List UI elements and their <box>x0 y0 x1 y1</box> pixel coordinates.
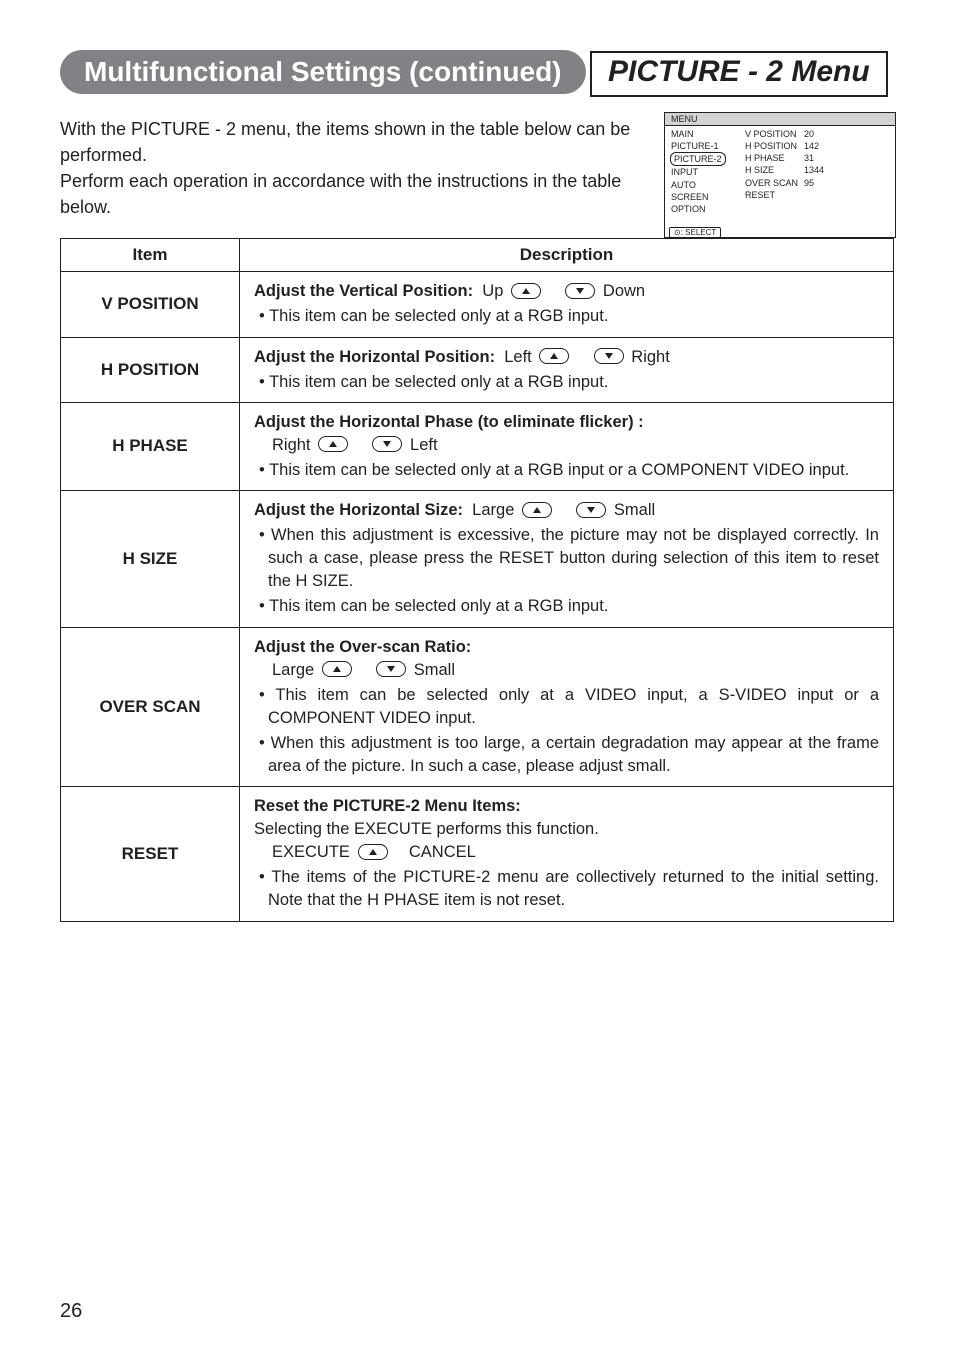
table-row-desc: Adjust the Horizontal Position: Left Rig… <box>240 337 894 402</box>
osd-menu-values: V POSITION20H POSITION142H PHASE31H SIZE… <box>745 128 830 215</box>
table-row-desc: Adjust the Horizontal Size: Large Small•… <box>240 491 894 627</box>
intro-text: With the PICTURE - 2 menu, the items sho… <box>60 116 634 220</box>
osd-menu-footer: ⊙: SELECT <box>669 227 721 238</box>
down-arrow-icon <box>372 436 402 452</box>
osd-menu-preview: MENU MAINPICTURE-1PICTURE-2INPUTAUTOSCRE… <box>664 112 896 238</box>
osd-param-value: 31 <box>804 152 830 164</box>
table-row-item: H POSITION <box>61 337 240 402</box>
osd-tab: SCREEN <box>669 191 739 203</box>
osd-menu-title: MENU <box>665 113 895 126</box>
up-arrow-icon <box>358 844 388 860</box>
osd-param-label: RESET <box>745 189 804 201</box>
osd-param-label: OVER SCAN <box>745 177 804 189</box>
up-arrow-icon <box>539 348 569 364</box>
intro-line-1: With the PICTURE - 2 menu, the items sho… <box>60 119 630 165</box>
down-arrow-icon <box>594 348 624 364</box>
section-title: PICTURE - 2 Menu <box>608 55 870 88</box>
up-arrow-icon <box>522 502 552 518</box>
table-row-desc: Adjust the Horizontal Phase (to eliminat… <box>240 402 894 490</box>
osd-param-label: H PHASE <box>745 152 804 164</box>
osd-param-value: 142 <box>804 140 830 152</box>
intro-line-2: Perform each operation in accordance wit… <box>60 171 621 217</box>
up-arrow-icon <box>511 283 541 299</box>
osd-param-value: 95 <box>804 177 830 189</box>
settings-table: Item Description V POSITIONAdjust the Ve… <box>60 238 894 921</box>
table-row-item: H SIZE <box>61 491 240 627</box>
osd-tab: OPTION <box>669 203 739 215</box>
up-arrow-icon <box>318 436 348 452</box>
table-row-item: RESET <box>61 787 240 921</box>
osd-menu-tabs: MAINPICTURE-1PICTURE-2INPUTAUTOSCREENOPT… <box>669 128 739 215</box>
table-row-desc: Reset the PICTURE-2 Menu Items:Selecting… <box>240 787 894 921</box>
osd-tab: AUTO <box>669 179 739 191</box>
table-row-desc: Adjust the Vertical Position: Up Down• T… <box>240 272 894 337</box>
table-row-desc: Adjust the Over-scan Ratio:Large Small• … <box>240 627 894 787</box>
up-arrow-icon <box>322 661 352 677</box>
osd-param-value <box>804 189 830 201</box>
table-row-item: H PHASE <box>61 402 240 490</box>
osd-param-label: H POSITION <box>745 140 804 152</box>
osd-tab: MAIN <box>669 128 739 140</box>
col-header-item: Item <box>61 239 240 272</box>
osd-param-label: H SIZE <box>745 164 804 176</box>
table-row-item: V POSITION <box>61 272 240 337</box>
page-header: Multifunctional Settings (continued) <box>60 50 586 94</box>
page-header-text: Multifunctional Settings (continued) <box>84 56 562 87</box>
page-number: 26 <box>60 1300 82 1323</box>
osd-param-value: 1344 <box>804 164 830 176</box>
osd-tab: PICTURE-2 <box>669 152 739 166</box>
osd-param-label: V POSITION <box>745 128 804 140</box>
down-arrow-icon <box>376 661 406 677</box>
down-arrow-icon <box>576 502 606 518</box>
section-title-box: PICTURE - 2 Menu <box>590 51 888 97</box>
col-header-desc: Description <box>240 239 894 272</box>
down-arrow-icon <box>565 283 595 299</box>
table-row-item: OVER SCAN <box>61 627 240 787</box>
osd-param-value: 20 <box>804 128 830 140</box>
osd-tab: PICTURE-1 <box>669 140 739 152</box>
osd-tab: INPUT <box>669 166 739 178</box>
